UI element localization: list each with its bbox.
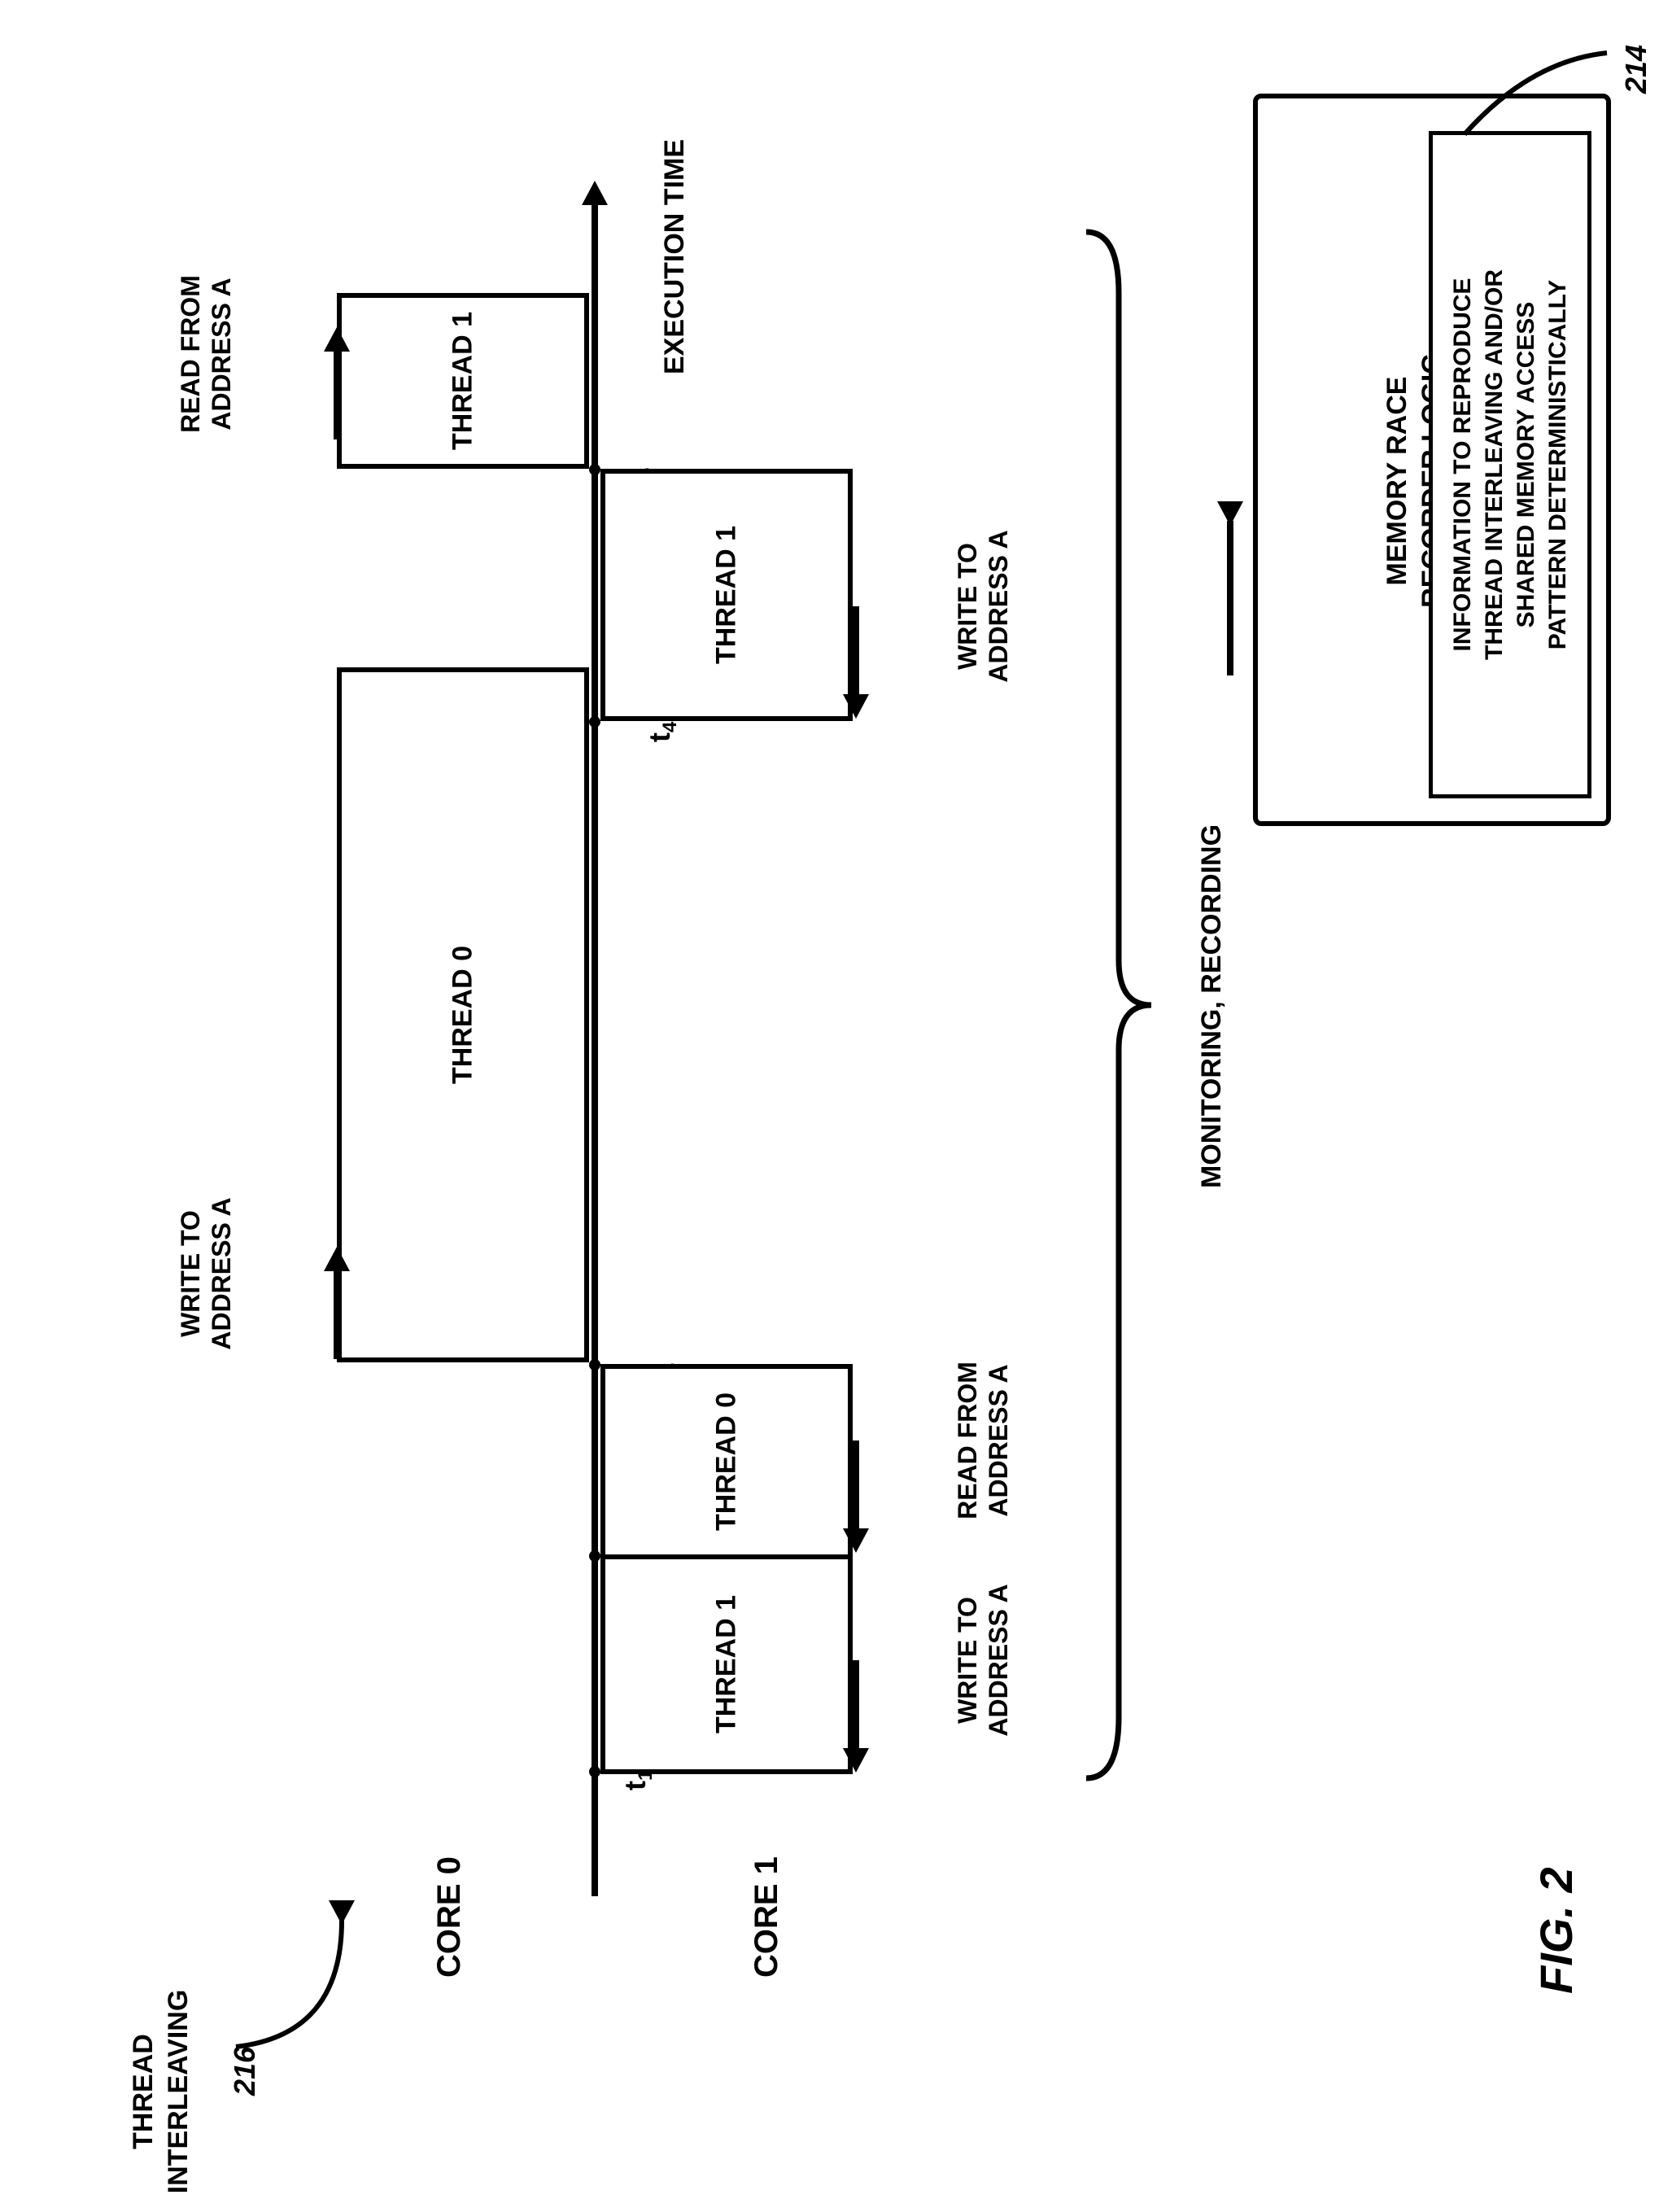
tick-t3 bbox=[589, 1359, 600, 1370]
chunk-c1-label: THREAD 1 bbox=[711, 1595, 743, 1733]
chunk-c3: THREAD 0 bbox=[337, 667, 589, 1362]
c2-annotation: READ FROM ADDRESS A bbox=[952, 1351, 1017, 1530]
chunk-c4-label: THREAD 1 bbox=[711, 526, 743, 664]
c2-arrow bbox=[853, 1440, 859, 1530]
chunk-c4: THREAD 1 bbox=[600, 469, 853, 721]
c4-anno-l1: WRITE TO bbox=[953, 543, 982, 670]
brace-to-recorder-arrowhead bbox=[1217, 501, 1243, 526]
diagram-root: THREAD INTERLEAVING 216 CORE 0 CORE 1 EX… bbox=[0, 0, 1672, 2212]
tick-t1 bbox=[589, 1766, 600, 1777]
c1-anno-l2: ADDRESS A bbox=[984, 1584, 1013, 1736]
chunk-c5-label: THREAD 1 bbox=[447, 312, 479, 450]
title-line1: THREAD bbox=[128, 2034, 159, 2149]
c2-anno-l2: ADDRESS A bbox=[984, 1364, 1013, 1516]
tick-label-t4: t4 bbox=[643, 722, 682, 742]
recorder-title-l1: MEMORY RACE bbox=[1382, 377, 1412, 586]
c4-arrow bbox=[853, 606, 859, 696]
c3-anno-l1: WRITE TO bbox=[176, 1210, 205, 1337]
c4-annotation: WRITE TO ADDRESS A bbox=[952, 517, 1017, 696]
c4-anno-l2: ADDRESS A bbox=[984, 530, 1013, 682]
c3-anno-l2: ADDRESS A bbox=[207, 1197, 236, 1349]
recorder-ref: 214 bbox=[1619, 45, 1653, 94]
c3-arrow bbox=[334, 1270, 340, 1359]
title-pointer-arrowhead bbox=[329, 1900, 355, 1925]
c3-arrowhead bbox=[324, 1247, 350, 1271]
title-line2: INTERLEAVING bbox=[163, 1990, 194, 2194]
c5-annotation: READ FROM ADDRESS A bbox=[175, 264, 240, 444]
c2-arrowhead bbox=[843, 1528, 869, 1553]
brace-to-recorder-arrow bbox=[1227, 521, 1233, 675]
core1-label: CORE 1 bbox=[749, 1856, 785, 1978]
chunk-c3-label: THREAD 0 bbox=[447, 946, 479, 1084]
diagram-title-ref: 216 bbox=[228, 2047, 262, 2096]
recorder-inner-l1: INFORMATION TO REPRODUCE bbox=[1449, 278, 1476, 652]
recorder-ref-pointer bbox=[1448, 45, 1611, 142]
timeline-arrowhead bbox=[582, 181, 608, 205]
chunk-c2-label: THREAD 0 bbox=[711, 1392, 743, 1531]
chunk-c2: THREAD 0 bbox=[600, 1364, 853, 1559]
c1-annotation: WRITE TO ADDRESS A bbox=[952, 1571, 1017, 1750]
recorder-inner-l2: THREAD INTERLEAVING AND/OR bbox=[1481, 269, 1508, 660]
timeline-axis bbox=[592, 203, 598, 1896]
title-pointer-curve bbox=[212, 1913, 358, 2051]
c3-annotation: WRITE TO ADDRESS A bbox=[175, 1184, 240, 1363]
c5-anno-l2: ADDRESS A bbox=[207, 278, 236, 430]
c2-anno-l1: READ FROM bbox=[953, 1362, 982, 1519]
execution-time-label: EXECUTION TIME bbox=[659, 139, 691, 374]
core0-label: CORE 0 bbox=[431, 1856, 468, 1978]
tick-t4 bbox=[589, 716, 600, 728]
recorder-inner-box: INFORMATION TO REPRODUCE THREAD INTERLEA… bbox=[1429, 131, 1591, 798]
recorder-inner-l3: SHARED MEMORY ACCESS bbox=[1513, 302, 1539, 628]
monitoring-brace bbox=[1082, 228, 1155, 1782]
figure-label: FIG. 2 bbox=[1530, 1867, 1583, 1994]
c5-anno-l1: READ FROM bbox=[176, 275, 205, 433]
tick-t5 bbox=[589, 464, 600, 475]
c5-arrowhead bbox=[324, 327, 350, 352]
c1-anno-l1: WRITE TO bbox=[953, 1597, 982, 1724]
recorder-inner-text: INFORMATION TO REPRODUCE THREAD INTERLEA… bbox=[1447, 269, 1574, 660]
chunk-c1: THREAD 1 bbox=[600, 1554, 853, 1774]
chunk-c5: THREAD 1 bbox=[337, 293, 589, 469]
c5-arrow bbox=[334, 350, 340, 439]
c1-arrow bbox=[853, 1660, 859, 1750]
recorder-outer-box: MEMORY RACE RECORDER LOGIC 205 INFORMATI… bbox=[1253, 94, 1611, 826]
c4-arrowhead bbox=[843, 694, 869, 719]
diagram-title: THREAD INTERLEAVING bbox=[126, 1986, 191, 2197]
recorder-inner-l4: PATTERN DETERMINISTICALLY bbox=[1544, 280, 1571, 649]
monitoring-label: MONITORING, RECORDING bbox=[1196, 824, 1228, 1188]
c1-arrowhead bbox=[843, 1748, 869, 1773]
tick-t2 bbox=[589, 1550, 600, 1562]
